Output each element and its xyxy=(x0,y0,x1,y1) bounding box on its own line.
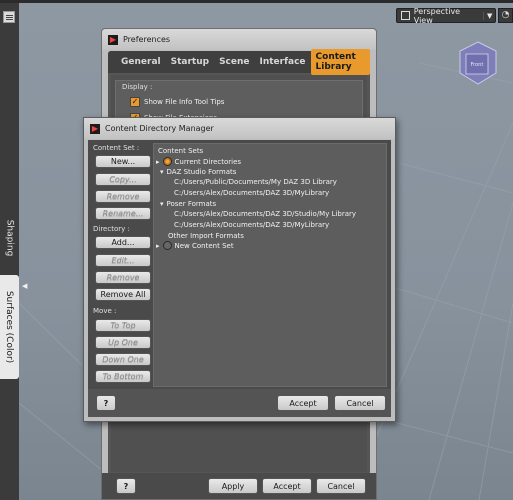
cdm-titlebar[interactable]: ▶ Content Directory Manager xyxy=(84,118,395,139)
apply-button[interactable]: Apply xyxy=(208,478,258,494)
to-bottom-button[interactable]: To Bottom xyxy=(95,370,151,383)
tab-interface[interactable]: Interface xyxy=(255,54,311,70)
tab-shaping-label: Shaping xyxy=(4,219,15,257)
grid-icon xyxy=(401,11,410,20)
tree-item-poser-path-1[interactable]: C:/Users/Alex/Documents/DAZ 3D/Studio/My… xyxy=(174,210,356,218)
camera-label: Perspective View xyxy=(413,6,461,25)
poser-path-1: C:/Users/Alex/Documents/DAZ 3D/Studio/My… xyxy=(174,210,357,218)
cdm-help-button[interactable]: ? xyxy=(96,395,116,411)
new-set-button[interactable]: New... xyxy=(95,155,151,168)
show-tooltips-label: Show File Info Tool Tips xyxy=(144,98,225,106)
content-sets-tree[interactable]: Content Sets ▸ Current Directories ▾ DAZ… xyxy=(153,143,387,387)
view-options-icon[interactable]: ◔ xyxy=(498,8,513,23)
preferences-help-button[interactable]: ? xyxy=(116,478,136,494)
navigation-cube[interactable]: Front xyxy=(458,40,498,86)
cdm-title: Content Directory Manager xyxy=(105,124,214,133)
tree-item-current-directories[interactable]: ▸ Current Directories xyxy=(156,157,241,166)
add-directory-button[interactable]: Add... xyxy=(95,236,151,249)
tab-surfaces[interactable]: Surfaces (Color) xyxy=(0,275,19,379)
down-one-button[interactable]: Down One xyxy=(95,353,151,366)
preferences-tabs: General Startup Scene Interface Content … xyxy=(108,49,370,75)
tab-surfaces-label: Surfaces (Color) xyxy=(4,290,15,364)
camera-selector[interactable]: Perspective View ▼ xyxy=(396,6,496,25)
app-icon: ▶ xyxy=(90,123,100,134)
collapse-arrow-icon[interactable]: ▾ xyxy=(160,168,164,176)
daz-path-2: C:/Users/Alex/Documents/DAZ 3D/MyLibrary xyxy=(174,189,330,197)
preferences-button-bar: ? Apply Accept Cancel xyxy=(102,473,376,499)
rename-set-button[interactable]: Rename... xyxy=(95,207,151,220)
remove-set-button[interactable]: Remove xyxy=(95,190,151,203)
pane-menu-icon[interactable] xyxy=(3,11,15,23)
preferences-cancel-button[interactable]: Cancel xyxy=(316,478,366,494)
tab-startup[interactable]: Startup xyxy=(166,54,214,70)
tree-header: Content Sets xyxy=(158,147,203,155)
tab-content-library[interactable]: Content Library xyxy=(310,49,370,75)
tree-header-label: Content Sets xyxy=(158,147,204,155)
expand-arrow-icon[interactable]: ◀ xyxy=(22,282,27,290)
preferences-accept-button[interactable]: Accept xyxy=(262,478,312,494)
up-one-button[interactable]: Up One xyxy=(95,336,151,349)
checkbox-checked-icon[interactable]: ✓ xyxy=(130,97,140,107)
tree-item-daz-path-1[interactable]: C:/Users/Public/Documents/My DAZ 3D Libr… xyxy=(174,178,337,186)
tab-scene[interactable]: Scene xyxy=(214,54,254,70)
copy-set-button[interactable]: Copy... xyxy=(95,173,151,186)
poser-formats-label: Poser Formats xyxy=(166,200,217,208)
radio-unselected-icon[interactable] xyxy=(162,241,172,250)
preferences-title: Preferences xyxy=(123,35,171,44)
show-tooltips-option[interactable]: ✓ Show File Info Tool Tips xyxy=(130,97,224,107)
tree-item-poser-path-2[interactable]: C:/Users/Alex/Documents/DAZ 3D/MyLibrary xyxy=(174,221,329,229)
preferences-titlebar[interactable]: ▶ Preferences xyxy=(102,29,376,50)
tree-item-other-formats[interactable]: Other Import Formats xyxy=(168,232,244,240)
tree-item-daz-path-2[interactable]: C:/Users/Alex/Documents/DAZ 3D/MyLibrary xyxy=(174,189,329,197)
chevron-down-icon[interactable]: ▼ xyxy=(483,11,495,20)
radio-selected-icon[interactable] xyxy=(162,157,172,166)
content-directory-manager-dialog: ▶ Content Directory Manager Content Set … xyxy=(83,117,396,422)
app-icon: ▶ xyxy=(108,34,118,45)
side-pane: Shaping Surfaces (Color) xyxy=(0,3,19,500)
new-content-set-label: New Content Set xyxy=(174,241,234,250)
tree-item-poser-formats[interactable]: ▾ Poser Formats xyxy=(160,200,216,208)
edit-directory-button[interactable]: Edit... xyxy=(95,254,151,267)
daz-formats-label: DAZ Studio Formats xyxy=(166,168,237,176)
cdm-body: Content Set : New... Copy... Remove Rena… xyxy=(88,140,391,417)
other-formats-label: Other Import Formats xyxy=(168,232,244,240)
expand-arrow-icon[interactable]: ▸ xyxy=(156,158,160,166)
remove-directory-button[interactable]: Remove xyxy=(95,271,151,284)
directory-label: Directory : xyxy=(93,225,130,233)
cdm-cancel-button[interactable]: Cancel xyxy=(334,395,386,411)
remove-all-button[interactable]: Remove All xyxy=(95,288,151,301)
expand-arrow-icon[interactable]: ▸ xyxy=(156,242,160,250)
collapse-arrow-icon[interactable]: ▾ xyxy=(160,200,164,208)
tab-shaping[interactable]: Shaping xyxy=(0,208,19,268)
to-top-button[interactable]: To Top xyxy=(95,319,151,332)
tree-item-new-content-set[interactable]: ▸ New Content Set xyxy=(156,241,234,250)
cdm-button-column: Content Set : New... Copy... Remove Rena… xyxy=(91,143,153,387)
tree-item-daz-formats[interactable]: ▾ DAZ Studio Formats xyxy=(160,168,236,176)
content-set-label: Content Set : xyxy=(93,144,140,152)
cube-face-label: Front xyxy=(471,62,484,68)
poser-path-2: C:/Users/Alex/Documents/DAZ 3D/MyLibrary xyxy=(174,221,330,229)
move-label: Move : xyxy=(93,307,117,315)
display-group-title: Display : xyxy=(122,83,153,91)
tab-general[interactable]: General xyxy=(116,54,166,70)
current-directories-label: Current Directories xyxy=(174,157,242,166)
cdm-accept-button[interactable]: Accept xyxy=(277,395,329,411)
cdm-button-bar: ? Accept Cancel xyxy=(88,389,391,417)
daz-path-1: C:/Users/Public/Documents/My DAZ 3D Libr… xyxy=(174,178,337,186)
